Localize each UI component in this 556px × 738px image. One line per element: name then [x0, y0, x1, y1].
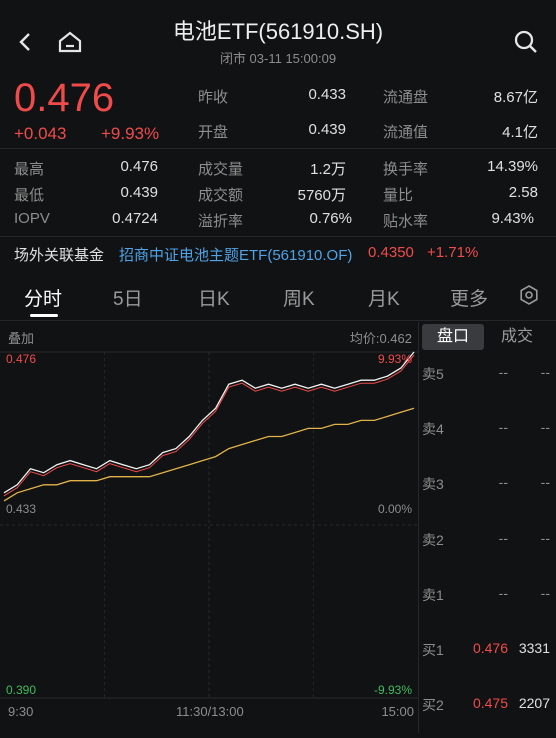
price-change-pct: +9.93%	[101, 124, 160, 143]
time-start-label: 9:30	[8, 704, 34, 719]
axis-bottom-right: -9.93%	[373, 683, 412, 697]
orderbook-price: --	[498, 585, 508, 601]
linked-fund-link[interactable]: 招商中证电池主题ETF(561910.OF)	[119, 244, 352, 265]
search-icon[interactable]	[508, 24, 544, 60]
tab-monthly-k[interactable]: 月K	[368, 284, 400, 311]
float-value-label: 流通值	[383, 124, 429, 141]
orderbook-volume: 2207	[518, 695, 550, 711]
orderbook-row: 卖3 -- --	[418, 474, 556, 494]
orderbook-level-label: 卖5	[422, 366, 444, 382]
amount-value: 5760万	[297, 187, 346, 204]
float-value-value: 4.1亿	[502, 124, 538, 141]
avg-price-label: 均价:0.462	[349, 331, 412, 346]
divider	[0, 148, 556, 149]
orderbook-price: --	[498, 364, 508, 380]
high-value: 0.476	[120, 158, 158, 175]
orderbook-volume: --	[540, 585, 550, 601]
axis-top-right: 9.93%	[377, 352, 412, 366]
volume-label: 成交量	[198, 161, 244, 178]
page-title: 电池ETF(561910.SH)	[172, 19, 384, 44]
active-tab-indicator	[30, 314, 58, 317]
low-label: 最低	[14, 187, 45, 204]
orderbook-level-label: 卖1	[422, 587, 444, 603]
iopv-value: 0.4724	[112, 210, 158, 227]
tab-more[interactable]: 更多	[450, 284, 488, 311]
orderbook-row: 卖1 -- --	[418, 585, 556, 605]
axis-bottom-left: 0.390	[6, 683, 37, 697]
amount-label: 成交额	[198, 187, 244, 204]
open-value: 0.439	[308, 121, 346, 138]
intraday-chart[interactable]: 叠加 均价:0.462 0.476 9.93% 0.433 0.00% 0.39…	[0, 322, 418, 733]
orderbook-volume: --	[540, 474, 550, 490]
linked-fund-pct: +1.71%	[427, 244, 479, 261]
axis-mid-right: 0.00%	[377, 502, 412, 516]
settings-icon[interactable]	[514, 280, 544, 310]
orderbook-price: --	[498, 474, 508, 490]
orderbook-row: 卖2 -- --	[418, 530, 556, 550]
orderbook-price: --	[498, 419, 508, 435]
price-change: +0.043	[14, 124, 67, 143]
orderbook-price: 0.475	[472, 695, 508, 711]
last-price: 0.476	[14, 76, 115, 120]
prev-close-label: 昨收	[198, 89, 229, 106]
divider	[0, 320, 556, 321]
linked-fund-price: 0.4350	[368, 244, 414, 261]
premium-rate-value: 0.76%	[309, 210, 352, 227]
volume-ratio-label: 量比	[383, 187, 414, 204]
orderbook-level-label: 卖2	[422, 532, 444, 548]
tab-weekly-k[interactable]: 周K	[283, 284, 315, 311]
float-shares-value: 8.67亿	[493, 89, 538, 106]
high-label: 最高	[14, 161, 45, 178]
prev-close-value: 0.433	[308, 86, 346, 103]
time-end-label: 15:00	[381, 704, 414, 719]
orderbook-volume: --	[540, 419, 550, 435]
tab-trades[interactable]: 成交	[488, 324, 546, 350]
axis-mid-left: 0.433	[6, 502, 37, 516]
turnover-label: 换手率	[383, 161, 429, 178]
tab-orderbook[interactable]: 盘口	[422, 324, 484, 350]
volume-value: 1.2万	[310, 161, 346, 178]
orderbook-level-label: 买1	[422, 642, 444, 658]
header-bar: 电池ETF(561910.SH) 闭市 03-11 15:00:09	[0, 0, 556, 78]
orderbook-volume: --	[540, 364, 550, 380]
orderbook-level-label: 买2	[422, 697, 444, 713]
intraday-chart-svg	[0, 351, 418, 699]
orderbook-row: 卖5 -- --	[418, 364, 556, 384]
orderbook-row: 买2 0.475 2207	[418, 695, 556, 715]
turnover-value: 14.39%	[487, 158, 538, 175]
time-mid-label: 11:30/13:00	[176, 704, 244, 719]
orderbook-row: 卖4 -- --	[418, 419, 556, 439]
premium-rate-label: 溢折率	[198, 213, 244, 230]
chart-period-tabs: 分时 5日 日K 周K 月K 更多	[0, 274, 556, 320]
float-shares-label: 流通盘	[383, 89, 429, 106]
tab-daily-k[interactable]: 日K	[198, 284, 230, 311]
orderbook-row: 买1 0.476 3331	[418, 640, 556, 660]
orderbook-price: 0.476	[472, 640, 508, 656]
low-value: 0.439	[120, 184, 158, 201]
orderbook-volume: 3331	[518, 640, 550, 656]
iopv-label: IOPV	[14, 210, 50, 227]
market-status: 闭市 03-11 15:00:09	[219, 51, 337, 66]
orderbook-volume: --	[540, 530, 550, 546]
orderbook-level-label: 卖3	[422, 476, 444, 492]
orderbook-price: --	[498, 530, 508, 546]
volume-ratio-value: 2.58	[508, 184, 538, 201]
axis-top-left: 0.476	[6, 352, 37, 366]
orderbook-level-label: 卖4	[422, 421, 444, 437]
open-label: 开盘	[198, 124, 229, 141]
discount-rate-value: 9.43%	[491, 210, 534, 227]
overlay-label[interactable]: 叠加	[8, 328, 34, 347]
tab-intraday[interactable]: 分时	[24, 284, 62, 311]
discount-rate-label: 贴水率	[383, 213, 429, 230]
linked-fund-label: 场外关联基金	[14, 247, 105, 264]
divider	[0, 236, 556, 237]
tab-5day[interactable]: 5日	[113, 284, 143, 311]
